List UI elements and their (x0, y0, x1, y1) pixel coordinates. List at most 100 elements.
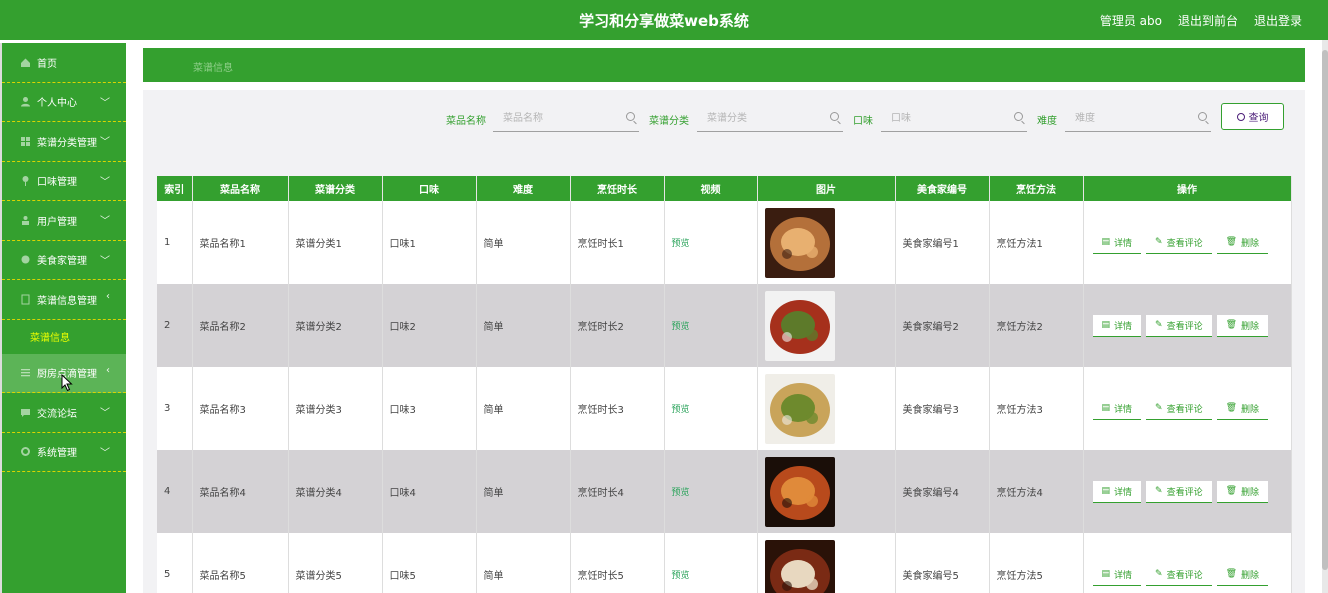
grid-icon (20, 136, 31, 147)
row-actions: ▤ 详情 ✎ 查看评论 🗑 删除 (1091, 480, 1291, 503)
cell-actions: ▤ 详情 ✎ 查看评论 🗑 删除 (1083, 450, 1292, 533)
sidebar-item-taste[interactable]: 口味管理 ﹀ (2, 162, 126, 201)
cell-video: 预览 (664, 201, 758, 284)
trash-icon: 🗑 (1225, 569, 1238, 579)
delete-button[interactable]: 🗑 删除 (1216, 397, 1269, 420)
col-header: 索引 (157, 176, 193, 201)
search-label-name: 菜品名称 (446, 116, 486, 127)
dish-name-field[interactable] (493, 106, 639, 132)
detail-button[interactable]: ▤ 详情 (1092, 314, 1142, 337)
cell-difficulty: 简单 (476, 450, 571, 533)
doc-icon: ▤ (1101, 320, 1111, 330)
cell-index: 5 (157, 533, 193, 593)
delete-button[interactable]: 🗑 删除 (1216, 231, 1269, 254)
cell-chef: 美食家编号1 (895, 201, 990, 284)
col-header: 图片 (757, 176, 896, 201)
sidebar-item-forum[interactable]: 交流论坛 ﹀ (2, 393, 126, 433)
detail-button[interactable]: ▤ 详情 (1092, 231, 1142, 254)
table-row: 5 菜品名称5 菜谱分类5 口味5 简单 烹饪时长5 预览 美食家编号5 烹饪方法5 ▤ 详情 ✎ 查看… (157, 533, 1292, 593)
search-icon (1198, 112, 1207, 121)
detail-button[interactable]: ▤ 详情 (1092, 480, 1142, 503)
row-actions: ▤ 详情 ✎ 查看评论 🗑 删除 (1091, 231, 1291, 254)
delete-button-label: 删除 (1241, 321, 1260, 332)
sidebar-item-home[interactable]: 首页 (2, 43, 126, 83)
search-icon (626, 112, 635, 121)
chevron-down-icon: ﹀ (100, 137, 110, 148)
person-icon (20, 215, 31, 226)
cell-actions: ▤ 详情 ✎ 查看评论 🗑 删除 (1083, 367, 1292, 450)
detail-button-label: 详情 (1114, 238, 1133, 249)
logout-link[interactable]: 退出登录 (1254, 12, 1302, 29)
delete-button[interactable]: 🗑 删除 (1216, 563, 1269, 586)
sidebar-item-personal[interactable]: 个人中心 ﹀ (2, 83, 126, 122)
comments-button[interactable]: ✎ 查看评论 (1146, 397, 1212, 420)
row-actions: ▤ 详情 ✎ 查看评论 🗑 删除 (1091, 397, 1291, 420)
page-scrollbar[interactable] (1322, 40, 1328, 593)
video-preview-link[interactable]: 预览 (672, 488, 690, 498)
delete-button-label: 删除 (1241, 487, 1260, 498)
cell-duration: 烹饪时长4 (570, 450, 665, 533)
difficulty-input[interactable] (1065, 106, 1211, 130)
cell-chef: 美食家编号3 (895, 367, 990, 450)
cell-category: 菜谱分类3 (288, 367, 383, 450)
cell-image (757, 284, 896, 367)
cell-method: 烹饪方法3 (989, 367, 1084, 450)
detail-button[interactable]: ▤ 详情 (1092, 397, 1142, 420)
trash-icon: 🗑 (1225, 403, 1238, 413)
cell-video: 预览 (664, 533, 758, 593)
cell-index: 3 (157, 367, 193, 450)
sidebar-subitem-recipe-info[interactable]: 菜谱信息 (2, 320, 126, 354)
sidebar-item-label: 系统管理 (37, 448, 77, 460)
cell-name: 菜品名称1 (192, 201, 289, 284)
search-label-category: 菜谱分类 (649, 116, 689, 127)
chevron-down-icon: ﹀ (100, 255, 110, 267)
cell-image (757, 201, 896, 284)
edit-icon: ✎ (1155, 486, 1163, 496)
gear-icon (20, 446, 31, 457)
detail-button[interactable]: ▤ 详情 (1092, 563, 1142, 586)
video-preview-link[interactable]: 预览 (672, 405, 690, 415)
cell-method: 烹饪方法1 (989, 201, 1084, 284)
video-preview-link[interactable]: 预览 (672, 322, 690, 332)
category-field[interactable] (697, 106, 843, 132)
row-actions: ▤ 详情 ✎ 查看评论 🗑 删除 (1091, 563, 1291, 586)
trash-icon: 🗑 (1225, 320, 1238, 330)
sidebar-item-recipe-info[interactable]: 菜谱信息管理 ‹ (2, 280, 126, 320)
difficulty-field[interactable] (1065, 106, 1211, 132)
sidebar-item-recipe-category[interactable]: 菜谱分类管理 ﹀ (2, 122, 126, 162)
delete-button[interactable]: 🗑 删除 (1216, 480, 1269, 503)
main-content: 菜品名称 菜谱分类 口味 难度 查询 索引 菜品名 (143, 90, 1305, 593)
dish-image (764, 207, 835, 278)
cell-duration: 烹饪时长1 (570, 201, 665, 284)
category-input[interactable] (697, 106, 843, 130)
comments-button[interactable]: ✎ 查看评论 (1146, 563, 1212, 586)
comments-button[interactable]: ✎ 查看评论 (1146, 314, 1212, 337)
scrollbar-thumb[interactable] (1322, 50, 1328, 570)
comments-button-label: 查看评论 (1166, 238, 1203, 249)
doc-icon: ▤ (1101, 403, 1111, 413)
video-preview-link[interactable]: 预览 (672, 239, 690, 249)
sidebar-item-users[interactable]: 用户管理 ﹀ (2, 201, 126, 241)
cell-image (757, 533, 896, 593)
comments-button[interactable]: ✎ 查看评论 (1146, 231, 1212, 254)
cell-actions: ▤ 详情 ✎ 查看评论 🗑 删除 (1083, 201, 1292, 284)
query-button[interactable]: 查询 (1221, 103, 1284, 130)
sidebar-item-chefs[interactable]: 美食家管理 ﹀ (2, 241, 126, 280)
exit-front-link[interactable]: 退出到前台 (1178, 12, 1238, 29)
chat-icon (20, 407, 31, 418)
dish-name-input[interactable] (493, 106, 639, 130)
col-header: 美食家编号 (895, 176, 990, 201)
taste-field[interactable] (881, 106, 1027, 132)
row-actions: ▤ 详情 ✎ 查看评论 🗑 删除 (1091, 314, 1291, 337)
cell-index: 1 (157, 201, 193, 284)
cell-image (757, 450, 896, 533)
sidebar-item-system[interactable]: 系统管理 ﹀ (2, 433, 126, 472)
cell-method: 烹饪方法4 (989, 450, 1084, 533)
table-row: 1 菜品名称1 菜谱分类1 口味1 简单 烹饪时长1 预览 美食家编号1 烹饪方法1 ▤ 详情 ✎ 查看… (157, 201, 1292, 284)
cell-video: 预览 (664, 367, 758, 450)
detail-button-label: 详情 (1114, 321, 1133, 332)
delete-button[interactable]: 🗑 删除 (1216, 314, 1269, 337)
video-preview-link[interactable]: 预览 (672, 571, 690, 581)
comments-button[interactable]: ✎ 查看评论 (1146, 480, 1212, 503)
taste-input[interactable] (881, 106, 1027, 130)
